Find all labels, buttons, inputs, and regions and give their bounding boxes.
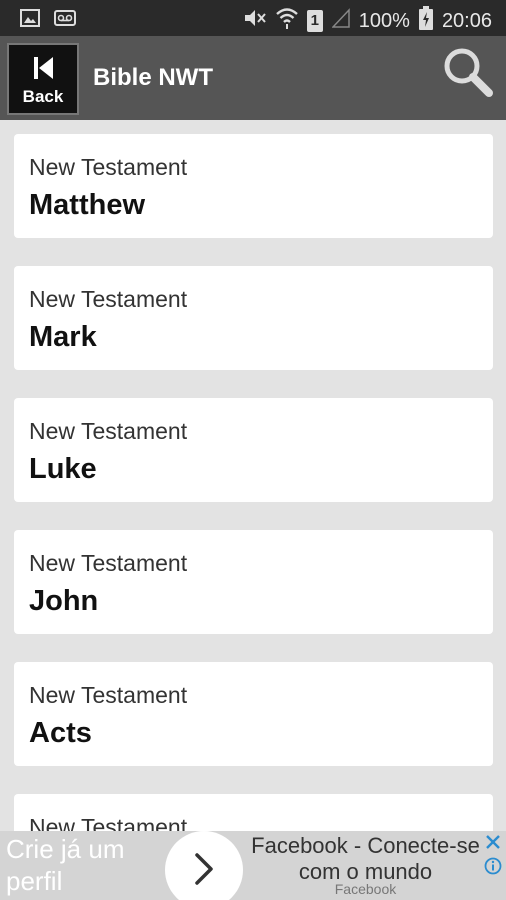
ad-source: Facebook bbox=[334, 881, 397, 897]
voicemail-notification-icon bbox=[54, 8, 76, 33]
testament-label: New Testament bbox=[29, 814, 188, 831]
app-title: Bible NWT bbox=[93, 64, 213, 91]
battery-charging-icon bbox=[418, 6, 433, 36]
testament-label: New Testament bbox=[29, 550, 188, 576]
book-item-acts[interactable]: New Testament Acts bbox=[14, 662, 493, 766]
book-name: Matthew bbox=[29, 189, 145, 221]
testament-label: New Testament bbox=[29, 682, 188, 708]
book-item-matthew[interactable]: New Testament Matthew bbox=[14, 134, 493, 238]
ad-close-icon[interactable] bbox=[484, 833, 502, 851]
mute-icon bbox=[243, 7, 267, 35]
book-name: Mark bbox=[29, 321, 97, 353]
book-item-luke[interactable]: New Testament Luke bbox=[14, 398, 493, 502]
sim-icon: 1 bbox=[306, 10, 323, 32]
book-item-mark[interactable]: New Testament Mark bbox=[14, 266, 493, 370]
app-bar: Back Bible NWT bbox=[0, 36, 506, 120]
book-list[interactable]: New Testament Matthew New Testament Mark… bbox=[0, 120, 506, 831]
book-name: Luke bbox=[29, 453, 97, 485]
testament-label: New Testament bbox=[29, 286, 188, 312]
book-item-john[interactable]: New Testament John bbox=[14, 530, 493, 634]
book-name: John bbox=[29, 585, 99, 617]
back-button[interactable]: Back bbox=[7, 43, 79, 115]
testament-label: New Testament bbox=[29, 418, 188, 444]
book-name: Acts bbox=[29, 717, 92, 749]
ad-arrow-button[interactable] bbox=[165, 831, 243, 900]
search-button[interactable] bbox=[440, 44, 496, 100]
book-item-partial[interactable]: New Testament bbox=[14, 794, 493, 831]
back-label: Back bbox=[22, 87, 64, 106]
back-icon bbox=[31, 55, 57, 81]
wifi-icon bbox=[275, 6, 298, 36]
status-bar: 1 100% 20:06 bbox=[0, 0, 506, 36]
search-icon bbox=[440, 48, 496, 104]
signal-icon bbox=[331, 8, 350, 34]
ad-left-text[interactable]: Crie já um perfil bbox=[6, 833, 156, 897]
clock: 20:06 bbox=[441, 9, 492, 32]
ad-info-icon[interactable] bbox=[484, 857, 502, 875]
gallery-notification-icon bbox=[20, 8, 40, 33]
testament-label: New Testament bbox=[29, 154, 188, 180]
battery-percent: 100% bbox=[358, 9, 410, 32]
ad-headline[interactable]: Facebook - Conecte-se com o mundo bbox=[248, 833, 483, 885]
ad-banner[interactable]: Crie já um perfil Facebook - Conecte-se … bbox=[0, 831, 506, 900]
